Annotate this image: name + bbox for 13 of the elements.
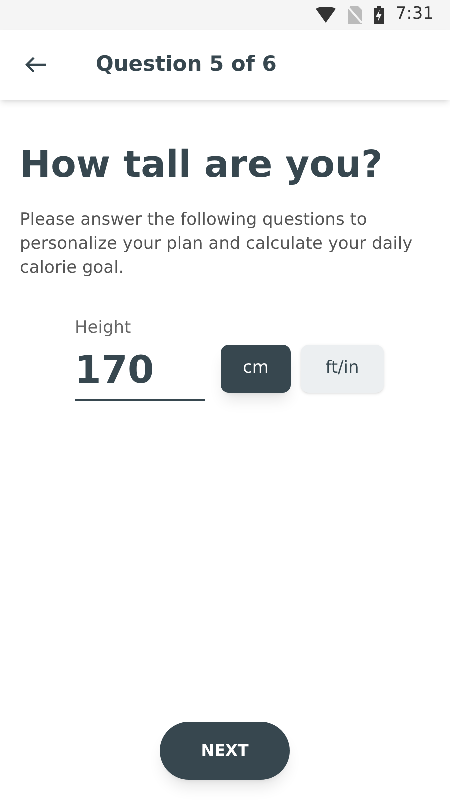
app-bar-title: Question 5 of 6 (96, 51, 277, 78)
unit-toggle[interactable]: ft/in (301, 344, 384, 393)
status-time: 7:31 (396, 3, 434, 26)
height-label: Height (75, 317, 132, 340)
question-description: Please answer the following questions to personalize your plan and calculate your daily calorie goal. (20, 209, 414, 280)
unit-toggle[interactable]: cm (221, 344, 291, 393)
no-sim-icon (348, 6, 362, 24)
battery-charging-icon (374, 6, 384, 24)
wifi-icon (316, 7, 336, 23)
height-input[interactable]: 170 (75, 342, 205, 401)
back-arrow-icon (25, 56, 47, 74)
next-button[interactable]: NEXT (160, 722, 290, 780)
question-heading: How tall are you? (20, 142, 384, 188)
